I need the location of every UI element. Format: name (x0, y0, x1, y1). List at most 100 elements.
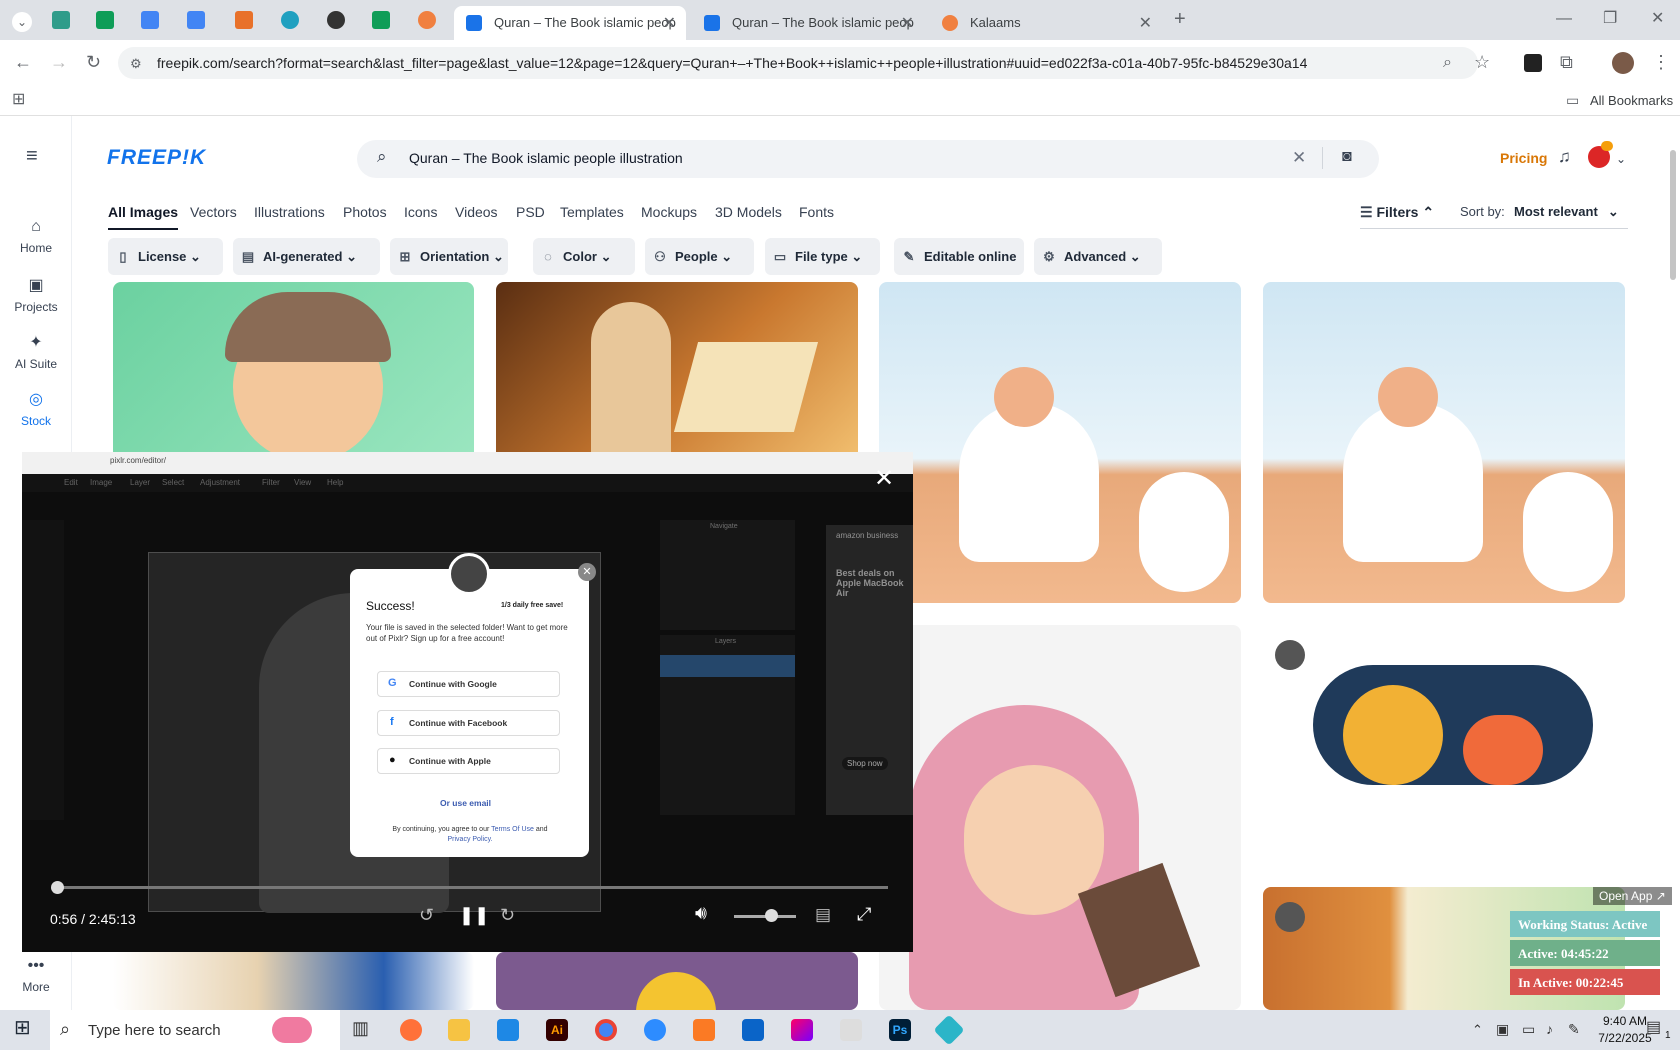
tab-quran[interactable]: Quran – The Book islamic peop ✕ (692, 6, 924, 40)
use-email-link[interactable]: Or use email (440, 798, 491, 808)
search-input[interactable]: Quran – The Book islamic people illustra… (409, 150, 683, 166)
tab-all-images[interactable]: All Images (108, 204, 179, 230)
tab-psd[interactable]: PSD (516, 204, 545, 220)
camera-search-icon[interactable]: ◙ (1342, 149, 1352, 165)
freepik-logo[interactable]: FREEP!K (107, 146, 206, 170)
close-window-icon[interactable]: ✕ (1651, 11, 1664, 27)
tab-photos[interactable]: Photos (343, 204, 387, 220)
menu-kebab-icon[interactable]: ⋮ (1652, 53, 1670, 71)
restore-icon[interactable]: ❐ (1603, 11, 1617, 27)
pinned-tab-icon[interactable] (52, 11, 70, 29)
tray-chevron-icon[interactable]: ⌃ (1472, 1022, 1483, 1038)
reload-icon[interactable]: ↻ (86, 53, 101, 71)
result-image-pilgrims-1[interactable] (879, 282, 1241, 603)
firefox-icon[interactable] (400, 1019, 422, 1041)
hamburger-menu-icon[interactable]: ≡ (26, 146, 38, 166)
result-image-mosque[interactable] (496, 952, 858, 1010)
zoom-icon[interactable]: ⌕ (1443, 55, 1452, 71)
sidebar-item-ai-suite[interactable]: ✦ AI Suite (0, 332, 72, 371)
pinned-tab-icon[interactable] (327, 11, 345, 29)
pinned-tab-icon[interactable] (96, 11, 114, 29)
bookmark-star-icon[interactable]: ☆ (1474, 53, 1490, 71)
windows-start-icon[interactable]: ⊞ (14, 1018, 31, 1038)
filter-color[interactable]: ◌ Color ⌄ (533, 238, 635, 275)
pinned-tab-icon[interactable] (141, 11, 159, 29)
result-image-open-book[interactable] (113, 952, 474, 1010)
open-app-link[interactable]: Open App ↗ (1593, 887, 1672, 905)
filter-orientation[interactable]: ⊞ Orientation ⌄ (390, 238, 508, 275)
pricing-link[interactable]: Pricing (1500, 150, 1547, 166)
xampp-icon[interactable] (693, 1019, 715, 1041)
continue-facebook-button[interactable]: f Continue with Facebook (377, 710, 560, 736)
pinned-tab-icon[interactable] (235, 11, 253, 29)
taskbar-search-placeholder[interactable]: Type here to search (88, 1022, 221, 1039)
forward-10-icon[interactable]: ↻ (500, 906, 515, 924)
continue-apple-button[interactable]: ● Continue with Apple (377, 748, 560, 774)
back-icon[interactable]: ← (14, 53, 32, 71)
forward-icon[interactable]: → (50, 53, 68, 71)
tab-mockups[interactable]: Mockups (641, 204, 697, 220)
close-tab-icon[interactable]: ✕ (1139, 13, 1152, 33)
photoshop-icon[interactable]: Ps (889, 1019, 911, 1041)
chevron-down-icon[interactable]: ⌄ (1616, 151, 1626, 167)
tab-videos[interactable]: Videos (455, 204, 498, 220)
rewind-10-icon[interactable]: ↺ (419, 906, 434, 924)
sidebar-item-home[interactable]: ⌂ Home (0, 218, 72, 255)
result-image-boy-cap[interactable] (113, 282, 474, 462)
captions-icon[interactable]: ▤ (815, 906, 831, 923)
volume-icon[interactable]: 🔊︎ (695, 904, 707, 923)
speaker-icon[interactable]: ♪ (1546, 1021, 1553, 1037)
tray-app-icon[interactable]: ▣ (1496, 1021, 1509, 1037)
filter-editable-online[interactable]: ✎ Editable online (894, 238, 1024, 275)
brain-widget-icon[interactable] (272, 1017, 312, 1043)
sidebar-item-projects[interactable]: ▣ Projects (0, 275, 72, 314)
sidebar-item-more[interactable]: ••• More (0, 957, 72, 994)
result-image-hijab-girl[interactable] (879, 625, 1241, 1010)
tab-kalaams[interactable]: Kalaams ✕ (930, 6, 1162, 40)
video-progress-handle[interactable] (51, 881, 65, 894)
pen-tool-icon[interactable] (840, 1019, 862, 1041)
filter-advanced[interactable]: ⚙ Advanced ⌄ (1034, 238, 1162, 275)
chrome-icon[interactable] (595, 1019, 617, 1041)
result-image-pilgrims-2[interactable] (1263, 282, 1625, 603)
vscode-icon[interactable] (497, 1019, 519, 1041)
filter-people[interactable]: ⚇ People ⌄ (645, 238, 754, 275)
filter-file-type[interactable]: ▭ File type ⌄ (765, 238, 880, 275)
fullscreen-icon[interactable]: ⤢ (857, 905, 871, 923)
outlook-icon[interactable] (742, 1019, 764, 1041)
pinned-tab-icon[interactable] (187, 11, 205, 29)
site-info-icon[interactable]: ⚙ (130, 56, 142, 72)
tab-templates[interactable]: Templates (560, 204, 624, 220)
illustrator-icon[interactable]: Ai (546, 1019, 568, 1041)
bookmarks-folder-icon[interactable]: ▭ (1566, 92, 1579, 108)
tab-3d-models[interactable]: 3D Models (715, 204, 782, 220)
pinned-tab-icon[interactable] (372, 11, 390, 29)
extensions-puzzle-icon[interactable]: ⧉ (1560, 53, 1573, 71)
tab-vectors[interactable]: Vectors (190, 204, 237, 220)
close-tab-icon[interactable]: ✕ (901, 13, 914, 33)
tab-icons[interactable]: Icons (404, 204, 437, 220)
filter-license[interactable]: ▯ License ⌄ (108, 238, 223, 275)
tab-illustrations[interactable]: Illustrations (254, 204, 325, 220)
language-icon[interactable]: ✎ (1568, 1021, 1580, 1037)
result-image-reading-family[interactable] (1263, 625, 1625, 825)
tab-fonts[interactable]: Fonts (799, 204, 834, 220)
result-image-scholar[interactable] (496, 282, 858, 462)
network-icon[interactable]: ▭ (1522, 1021, 1535, 1037)
photos-icon[interactable] (791, 1019, 813, 1041)
new-tab-icon[interactable]: + (1174, 9, 1186, 29)
video-progress-track[interactable] (52, 886, 888, 889)
tab-quran-active[interactable]: Quran – The Book islamic peop ✕ (454, 6, 686, 40)
clear-search-icon[interactable]: ✕ (1292, 149, 1306, 166)
sort-select[interactable]: Most relevant ⌄ (1514, 204, 1619, 220)
sidebar-item-stock[interactable]: ◎ Stock (0, 389, 72, 428)
dialog-close-icon[interactable]: ✕ (578, 563, 596, 581)
minimize-icon[interactable]: — (1556, 11, 1572, 27)
pinned-tab-icon[interactable] (418, 11, 436, 29)
url-text[interactable]: freepik.com/search?format=search&last_fi… (157, 55, 1307, 71)
filter-ai-generated[interactable]: ▤ AI-generated ⌄ (233, 238, 380, 275)
zoom-app-icon[interactable] (644, 1019, 666, 1041)
tab-search-icon[interactable]: ⌄ (12, 12, 32, 32)
close-tab-icon[interactable]: ✕ (663, 13, 676, 33)
page-scrollbar[interactable] (1670, 150, 1676, 280)
